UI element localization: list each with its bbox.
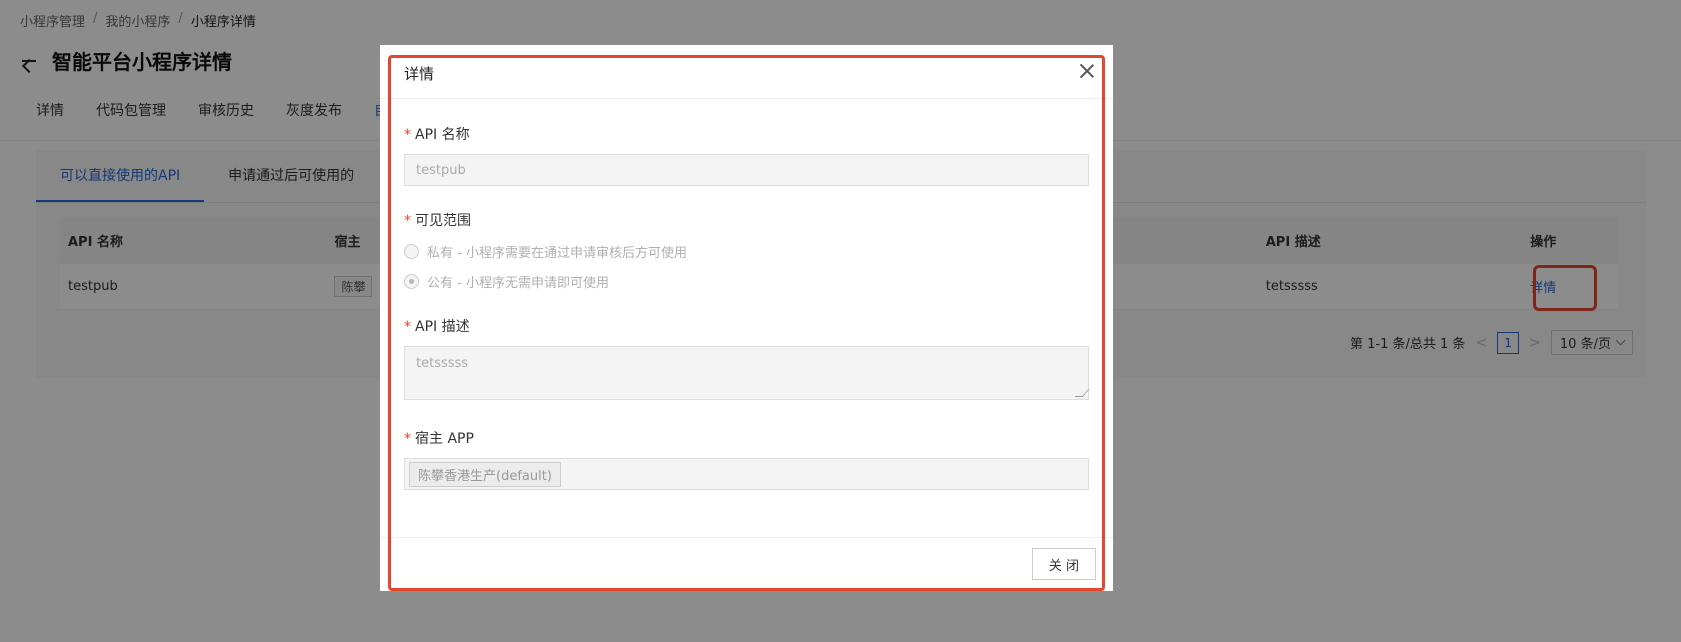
required-mark: * (404, 431, 411, 447)
radio-public[interactable]: 公有 - 小程序无需申请即可使用 (404, 272, 609, 291)
radio-public-label: 公有 - 小程序无需申请即可使用 (427, 276, 609, 291)
modal-title: 详情 (404, 65, 435, 83)
radio-private-label: 私有 - 小程序需要在通过申请审核后方可使用 (427, 246, 687, 261)
visibility-label-text: 可见范围 (415, 213, 471, 229)
api-desc-textarea[interactable]: tetsssss (404, 346, 1090, 400)
api-desc-value: tetsssss (416, 356, 469, 371)
close-icon[interactable] (1078, 62, 1096, 80)
resize-handle-icon[interactable] (1074, 389, 1090, 397)
host-app-label: * 宿主 APP (404, 428, 474, 448)
radio-private-circle[interactable] (404, 244, 419, 259)
modal-footer: 关 闭 (380, 537, 1113, 591)
visibility-label: * 可见范围 (404, 210, 471, 230)
required-mark: * (404, 213, 411, 229)
api-name-label: * API 名称 (404, 124, 470, 144)
api-desc-label: * API 描述 (404, 316, 470, 336)
radio-private[interactable]: 私有 - 小程序需要在通过申请审核后方可使用 (404, 242, 687, 261)
close-button[interactable]: 关 闭 (1032, 548, 1096, 580)
modal-header: 详情 (380, 45, 1113, 99)
required-mark: * (404, 127, 411, 143)
host-app-label-text: 宿主 APP (415, 431, 474, 447)
api-name-input[interactable]: testpub (404, 154, 1089, 186)
api-name-value: testpub (416, 162, 466, 178)
required-mark: * (404, 319, 411, 335)
host-app-tag: 陈攀香港生产(default) (409, 461, 561, 487)
api-desc-label-text: API 描述 (415, 319, 470, 335)
detail-modal: 详情 * API 名称 testpub * 可见范围 私有 - 小程序需要在通过申请… (380, 45, 1113, 591)
host-app-select[interactable]: 陈攀香港生产(default) (404, 458, 1089, 490)
api-name-label-text: API 名称 (415, 127, 470, 143)
radio-public-circle[interactable] (404, 274, 419, 289)
